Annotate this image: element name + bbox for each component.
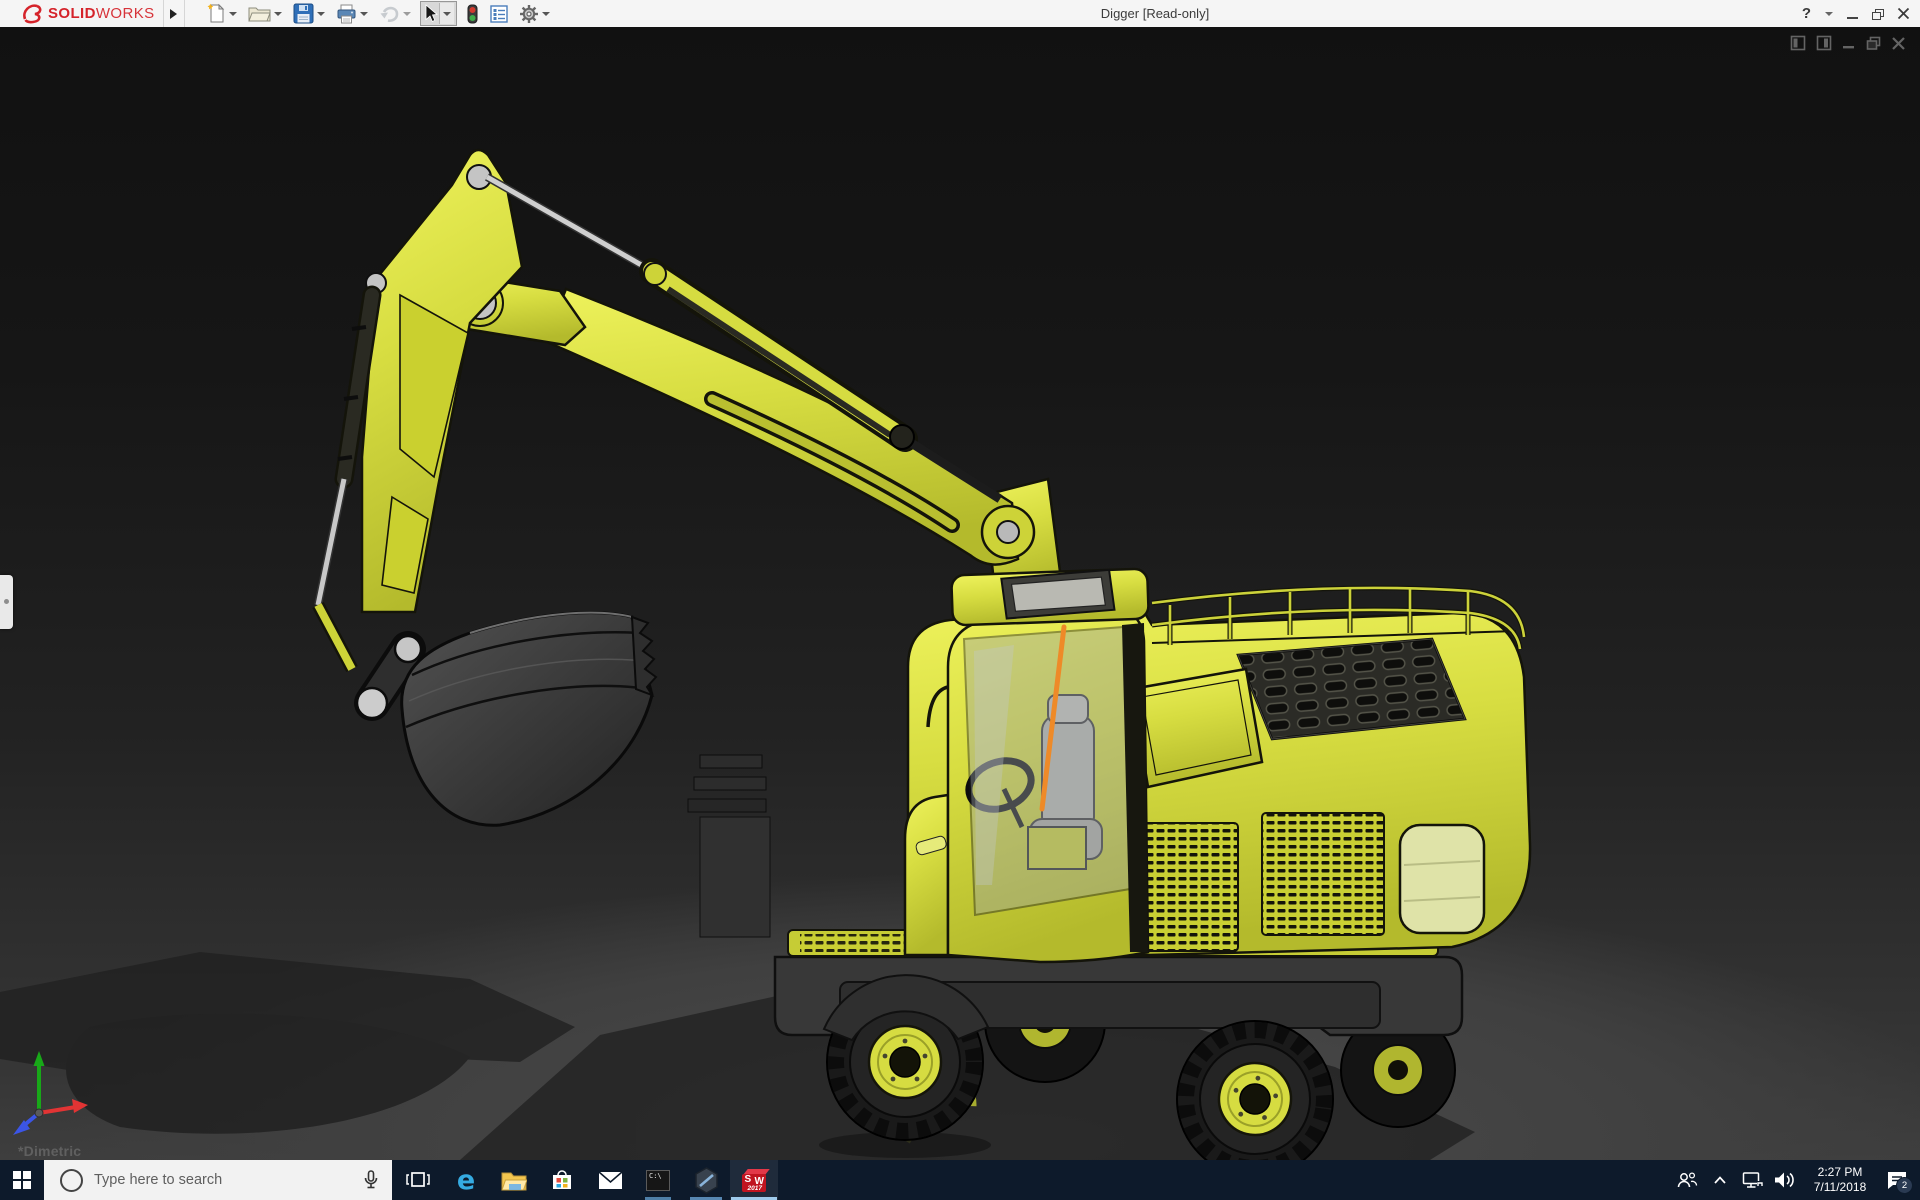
edge-button[interactable]: e bbox=[442, 1160, 490, 1200]
people-icon bbox=[1677, 1172, 1698, 1188]
graphics-area[interactable]: *Dimetric bbox=[0, 27, 1920, 1160]
store-button[interactable] bbox=[538, 1160, 586, 1200]
undo-button[interactable] bbox=[377, 3, 413, 24]
windows-taskbar: Type here to search e C:\ S W 2017 2:27 … bbox=[0, 1160, 1920, 1200]
mail-icon bbox=[597, 1170, 623, 1189]
digger-3d-model bbox=[0, 148, 1920, 1160]
print-icon bbox=[337, 4, 356, 23]
minimize-button[interactable] bbox=[1847, 16, 1858, 19]
viewport-close-icon[interactable] bbox=[1891, 36, 1906, 51]
notification-badge: 2 bbox=[1896, 1177, 1913, 1194]
restore-button[interactable] bbox=[1872, 8, 1884, 20]
task-view-button[interactable] bbox=[394, 1160, 442, 1200]
brand-bold: SOLID bbox=[48, 5, 96, 22]
taskbar-search-input[interactable]: Type here to search bbox=[44, 1160, 392, 1200]
new-dropdown-caret[interactable] bbox=[229, 11, 237, 16]
save-button[interactable] bbox=[291, 2, 327, 25]
options-dropdown-caret[interactable] bbox=[542, 11, 550, 16]
mail-button[interactable] bbox=[586, 1160, 634, 1200]
microphone-icon[interactable] bbox=[363, 1170, 379, 1190]
help-button[interactable]: ? bbox=[1802, 5, 1811, 22]
options-button[interactable] bbox=[517, 3, 552, 25]
network-button[interactable] bbox=[1741, 1160, 1765, 1200]
pane-toggle-left-icon[interactable] bbox=[1790, 35, 1806, 51]
document-title: Digger [Read-only] bbox=[1100, 6, 1210, 21]
search-placeholder: Type here to search bbox=[94, 1172, 223, 1188]
traffic-light-button[interactable] bbox=[464, 3, 481, 25]
viewport-minimize-icon[interactable] bbox=[1842, 35, 1856, 51]
new-document-icon bbox=[207, 3, 225, 23]
open-button[interactable] bbox=[246, 3, 284, 24]
network-icon bbox=[1742, 1172, 1763, 1188]
tray-date: 7/11/2018 bbox=[1813, 1180, 1867, 1194]
system-tray: 2:27 PM 7/11/2018 2 bbox=[1675, 1160, 1920, 1200]
chevron-up-icon bbox=[1714, 1176, 1726, 1184]
dassault-3s-icon bbox=[23, 3, 42, 23]
save-floppy-icon bbox=[293, 3, 314, 24]
reference-triad bbox=[13, 1051, 88, 1135]
menu-flyout-button[interactable] bbox=[162, 0, 185, 27]
pane-tab-dot-icon bbox=[4, 599, 9, 604]
file-properties-icon bbox=[490, 4, 508, 23]
task-pane-collapsed-tab[interactable] bbox=[0, 575, 13, 629]
window-controls: ? bbox=[1802, 0, 1910, 27]
brand-light: WORKS bbox=[95, 5, 155, 22]
flyout-arrow-icon bbox=[170, 8, 178, 19]
open-dropdown-caret[interactable] bbox=[274, 11, 282, 16]
task-view-icon bbox=[406, 1172, 430, 1187]
undo-dropdown-caret[interactable] bbox=[403, 11, 411, 16]
boom-assembly bbox=[312, 148, 1064, 673]
solidworks-2017-icon: SW 2017 bbox=[741, 1167, 770, 1194]
gear-icon bbox=[520, 4, 538, 23]
pane-toggle-right-icon[interactable] bbox=[1816, 35, 1832, 51]
solidworks-logo: SOLIDWORKS bbox=[0, 0, 155, 27]
volume-button[interactable] bbox=[1774, 1160, 1798, 1200]
bucket-assembly bbox=[354, 611, 658, 827]
open-folder-icon bbox=[248, 7, 271, 22]
command-prompt-button[interactable]: C:\ bbox=[634, 1160, 682, 1200]
command-prompt-icon: C:\ bbox=[646, 1169, 670, 1191]
cortana-icon bbox=[60, 1168, 83, 1192]
tray-time: 2:27 PM bbox=[1817, 1165, 1863, 1179]
taskbar-apps: e C:\ S W 2017 bbox=[394, 1160, 778, 1200]
select-tool-button[interactable] bbox=[420, 1, 457, 26]
people-button[interactable] bbox=[1675, 1160, 1699, 1200]
file-explorer-icon bbox=[501, 1172, 527, 1190]
tray-overflow-button[interactable] bbox=[1708, 1160, 1732, 1200]
action-center-button[interactable]: 2 bbox=[1882, 1160, 1913, 1200]
hexagon-app-icon bbox=[694, 1166, 718, 1194]
help-dropdown-caret[interactable] bbox=[1825, 11, 1833, 16]
clock[interactable]: 2:27 PM 7/11/2018 bbox=[1807, 1165, 1873, 1195]
select-cursor-icon bbox=[425, 4, 438, 23]
titlebar: SOLIDWORKS Digger [Read-only] ? bbox=[0, 0, 1920, 28]
save-dropdown-caret[interactable] bbox=[317, 11, 325, 16]
brand-text: SOLIDWORKS bbox=[48, 5, 155, 22]
edge-icon: e bbox=[456, 1164, 476, 1196]
select-dropdown-caret[interactable] bbox=[439, 3, 454, 24]
print-dropdown-caret[interactable] bbox=[360, 11, 368, 16]
file-properties-button[interactable] bbox=[488, 4, 510, 24]
start-button[interactable] bbox=[0, 1160, 44, 1200]
hexagon-cad-app-button[interactable] bbox=[682, 1160, 730, 1200]
viewport-restore-icon[interactable] bbox=[1866, 36, 1881, 51]
new-document-button[interactable] bbox=[205, 2, 239, 25]
solidworks-2017-button[interactable]: SW 2017 bbox=[730, 1160, 778, 1200]
document-window-controls bbox=[1790, 35, 1906, 51]
windows-logo-icon bbox=[13, 1171, 31, 1189]
print-button[interactable] bbox=[334, 3, 370, 25]
traffic-light-icon bbox=[467, 4, 478, 23]
quick-toolbar bbox=[205, 0, 552, 27]
store-icon bbox=[553, 1170, 571, 1189]
undo-icon bbox=[380, 6, 399, 23]
view-orientation-label: *Dimetric bbox=[18, 1143, 82, 1159]
close-button[interactable] bbox=[1897, 7, 1910, 20]
volume-icon bbox=[1775, 1172, 1794, 1188]
file-explorer-button[interactable] bbox=[490, 1160, 538, 1200]
